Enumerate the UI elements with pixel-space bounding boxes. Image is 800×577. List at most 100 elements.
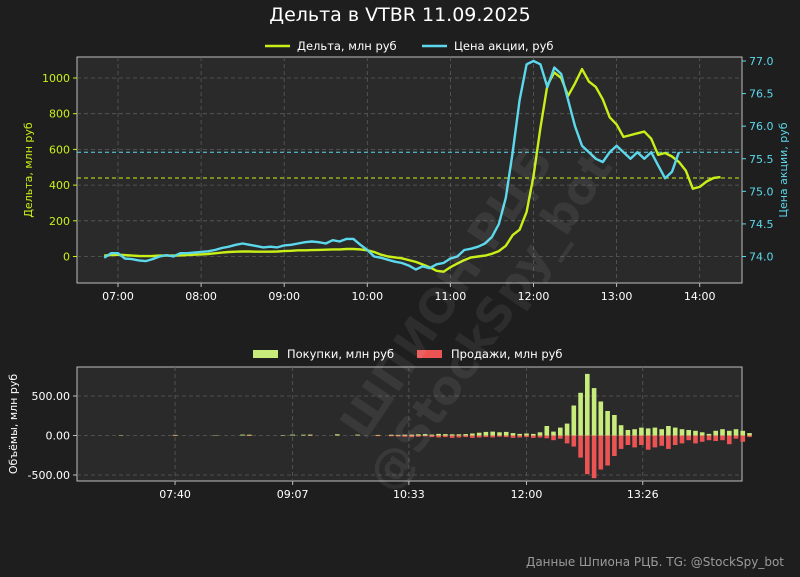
buy-bar	[416, 434, 421, 436]
legend-sell-swatch	[417, 350, 442, 358]
buy-bar	[517, 433, 522, 436]
buy-bar	[598, 401, 604, 436]
sell-bar	[537, 435, 543, 438]
legend-buy-label: Покупки, млн руб	[287, 347, 394, 361]
right-y-tick-label: 75.0	[749, 185, 774, 198]
sell-bar	[618, 435, 624, 449]
bottom-y-tick-label: 0.00	[46, 430, 71, 443]
bottom-y-tick-label: -500.00	[28, 469, 70, 482]
sell-bar	[551, 435, 556, 441]
buy-bar	[531, 433, 536, 436]
buy-bar	[422, 434, 428, 436]
buy-bar	[672, 427, 678, 436]
sell-bar	[693, 435, 698, 444]
buy-bar	[578, 392, 583, 436]
sell-bar	[517, 435, 522, 438]
buy-bar	[666, 426, 671, 436]
legend-price-label: Цена акции, руб	[454, 39, 554, 53]
sell-bar	[713, 435, 718, 441]
buy-bar	[740, 430, 746, 436]
buy-bar	[591, 388, 597, 436]
buy-bar	[402, 434, 408, 436]
left-y-tick-label: 800	[49, 108, 70, 121]
buy-bar	[429, 434, 435, 436]
sell-bar	[612, 435, 617, 456]
top-plot-area	[76, 56, 743, 284]
buy-bar	[699, 432, 705, 436]
buy-bar	[747, 433, 752, 436]
sell-bar	[645, 435, 651, 450]
buy-bar	[585, 373, 590, 436]
sell-bar	[639, 435, 644, 445]
buy-bar	[470, 433, 475, 436]
top-x-tick-label: 11:00	[435, 290, 467, 303]
buy-bar	[240, 434, 245, 436]
sell-bar	[490, 435, 495, 438]
buy-bar	[551, 431, 556, 436]
bottom-y-tick-label: 500.00	[32, 390, 71, 403]
sell-bar	[416, 435, 421, 437]
sell-bar	[666, 435, 671, 449]
top-x-tick-label: 10:00	[351, 290, 383, 303]
bottom-x-tick-label: 09:07	[277, 488, 309, 501]
buy-bar	[490, 431, 495, 436]
sell-bar	[497, 435, 502, 437]
sell-bar	[699, 435, 705, 442]
sell-bar	[585, 435, 590, 475]
sell-bar	[402, 435, 408, 437]
sell-bar	[409, 435, 414, 438]
buy-bar	[290, 434, 295, 436]
sell-bar	[740, 435, 746, 442]
bottom-x-tick-label: 12:00	[511, 488, 543, 501]
buy-bar	[720, 429, 725, 436]
buy-bar	[172, 434, 178, 436]
buy-bar	[558, 427, 563, 436]
sell-bar	[679, 435, 685, 444]
bottom-plot-area	[76, 366, 743, 482]
buy-bar	[733, 429, 739, 436]
sell-bar	[747, 435, 752, 438]
buy-bar	[335, 434, 340, 436]
buy-bar	[301, 434, 306, 436]
bottom-x-tick-label: 07:40	[159, 488, 191, 501]
sell-bar	[544, 435, 550, 439]
sell-bar	[531, 435, 536, 438]
sell-bar	[727, 435, 732, 445]
buy-bar	[652, 427, 658, 436]
buy-bar	[395, 434, 401, 436]
sell-bar	[686, 435, 691, 441]
left-y-tick-label: 1000	[42, 72, 70, 85]
sell-bar	[483, 435, 489, 438]
sell-bar	[632, 435, 637, 448]
sell-bar	[706, 435, 712, 441]
legend-buy-swatch	[253, 350, 278, 358]
sell-bar	[476, 435, 482, 438]
buy-bar	[571, 405, 577, 436]
right-y-tick-label: 74.0	[749, 251, 774, 264]
sell-bar	[564, 435, 570, 444]
sell-bar	[578, 435, 583, 458]
sell-bar	[659, 435, 664, 446]
sell-bar	[503, 435, 509, 438]
right-y-tick-label: 76.5	[749, 88, 774, 101]
sell-bar	[456, 435, 462, 438]
sell-bar	[443, 435, 448, 438]
buy-bar	[605, 411, 610, 436]
buy-bar	[463, 434, 468, 436]
top-x-tick-label: 13:00	[601, 290, 633, 303]
legend-sell-label: Продажи, млн руб	[451, 347, 563, 361]
top-x-tick-label: 12:00	[518, 290, 550, 303]
buy-bar	[389, 434, 394, 436]
buy-bar	[476, 432, 482, 436]
buy-bar	[436, 433, 441, 436]
right-y-tick-label: 74.5	[749, 218, 774, 231]
sell-bar	[720, 435, 725, 441]
left-y-tick-label: 600	[49, 143, 70, 156]
sell-bar	[591, 435, 597, 479]
sell-bar	[605, 435, 610, 466]
buy-bar	[693, 430, 698, 436]
sell-bar	[733, 435, 739, 439]
footer-credit: Данные Шпиона РЦБ. TG: @StockSpy_bot	[525, 555, 784, 569]
buy-bar	[497, 432, 502, 436]
buy-bar	[483, 431, 489, 436]
